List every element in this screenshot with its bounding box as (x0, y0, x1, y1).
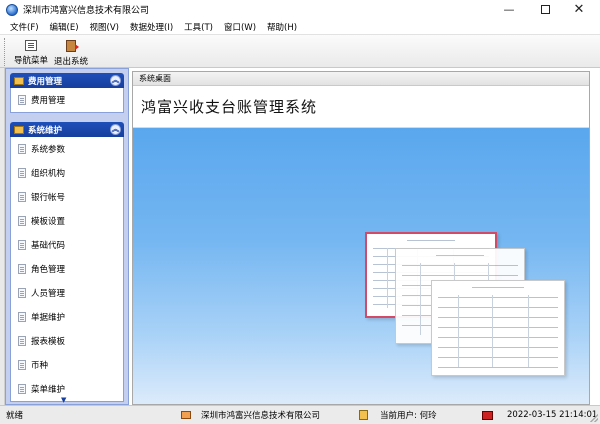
app-icon (6, 3, 18, 16)
sidebar-item-expense-management[interactable]: 费用管理 (11, 88, 123, 112)
sidebar-item-label: 报表模板 (31, 337, 66, 347)
sidebar-item-label: 模板设置 (31, 217, 66, 227)
calendar-icon (482, 410, 493, 420)
group-body-system: 系统参数 组织机构 银行帐号 模板设置 基础代码 角色管理 人员管理 单据维护 … (10, 137, 124, 402)
scroll-down-icon[interactable]: ▼ (61, 396, 66, 404)
sidebar-item-label: 基础代码 (31, 241, 66, 251)
menu-file[interactable]: 文件(F) (10, 21, 39, 33)
exit-system-button[interactable]: 退出系统 (51, 37, 91, 67)
document-icon (18, 360, 26, 370)
menu-tools[interactable]: 工具(T) (184, 21, 213, 33)
sidebar-item-label: 人员管理 (31, 289, 66, 299)
status-bar: 就绪 深圳市鸿富兴信息技术有限公司 当前用户: 何玲 2022-03-15 21… (0, 405, 600, 424)
document-icon (18, 240, 26, 250)
document-icon (18, 144, 26, 154)
company-icon (181, 411, 191, 419)
sidebar-item-bank-account[interactable]: 银行帐号 (11, 185, 123, 209)
status-datetime: 2022-03-15 21:14:01 (507, 410, 598, 420)
status-ready: 就绪 (6, 411, 24, 421)
sidebar-item-template-settings[interactable]: 模板设置 (11, 209, 123, 233)
menu-window[interactable]: 窗口(W) (224, 21, 256, 33)
sidebar-item-label: 组织机构 (31, 169, 66, 179)
user-icon (359, 410, 368, 420)
folder-icon (14, 76, 24, 85)
sidebar-item-label: 菜单维护 (31, 385, 66, 395)
folder-icon (14, 125, 24, 134)
sidebar-item-label: 角色管理 (31, 265, 66, 275)
sidebar-item-role-management[interactable]: 角色管理 (11, 257, 123, 281)
desktop-background (133, 128, 589, 404)
close-button[interactable]: ✕ (564, 0, 594, 19)
document-icon (18, 264, 26, 274)
sidebar-item-label: 币种 (31, 361, 49, 371)
status-company: 深圳市鸿富兴信息技术有限公司 (201, 411, 321, 421)
form-preview-image (431, 280, 565, 376)
document-icon (18, 216, 26, 226)
document-icon (18, 95, 26, 105)
sidebar-item-menu-maintenance[interactable]: 菜单维护 (11, 377, 123, 401)
system-banner-title: 鸿富兴收支台账管理系统 (133, 86, 589, 128)
sidebar-item-report-template[interactable]: 报表模板 (11, 329, 123, 353)
document-icon (18, 312, 26, 322)
exit-door-icon (66, 40, 79, 52)
menu-help[interactable]: 帮助(H) (267, 21, 297, 33)
toolbar: 导航菜单 退出系统 (0, 34, 600, 68)
navigation-sidebar: 费用管理 ︽ 费用管理 系统维护 ︽ 系统参数 组织机构 银行帐号 模板设置 基… (5, 68, 129, 405)
document-icon (18, 192, 26, 202)
sidebar-item-organization[interactable]: 组织机构 (11, 161, 123, 185)
group-header-expense[interactable]: 费用管理 ︽ (10, 73, 124, 88)
document-icon (18, 336, 26, 346)
group-title-expense: 费用管理 (28, 76, 63, 87)
menu-data-processing[interactable]: 数据处理(I) (130, 21, 173, 33)
document-icon (18, 384, 26, 394)
document-icon (18, 288, 26, 298)
status-current-user: 当前用户: 何玲 (380, 411, 437, 421)
maximize-icon (540, 5, 550, 14)
group-title-system: 系统维护 (28, 125, 63, 136)
minimize-button[interactable]: — (494, 0, 524, 19)
sidebar-item-label: 系统参数 (31, 145, 66, 155)
group-body-expense: 费用管理 (10, 88, 124, 113)
menu-edit[interactable]: 编辑(E) (50, 21, 79, 33)
nav-menu-label: 导航菜单 (13, 56, 48, 66)
menu-list-icon (25, 40, 37, 51)
collapse-expense-button[interactable]: ︽ (110, 75, 121, 86)
group-header-system[interactable]: 系统维护 ︽ (10, 122, 124, 137)
sidebar-item-label: 单据维护 (31, 313, 66, 323)
desktop-panel: 系统桌面 鸿富兴收支台账管理系统 (132, 71, 590, 405)
menu-view[interactable]: 视图(V) (90, 21, 119, 33)
document-icon (18, 168, 26, 178)
toolbar-grip[interactable] (4, 38, 7, 66)
maximize-button[interactable] (530, 0, 560, 19)
tab-system-desktop[interactable]: 系统桌面 (133, 72, 589, 86)
sidebar-item-staff-management[interactable]: 人员管理 (11, 281, 123, 305)
sidebar-item-currency[interactable]: 币种 (11, 353, 123, 377)
collapse-system-button[interactable]: ︽ (110, 124, 121, 135)
exit-system-label: 退出系统 (53, 57, 88, 67)
sidebar-item-system-params[interactable]: 系统参数 (11, 137, 123, 161)
sidebar-item-document-maintenance[interactable]: 单据维护 (11, 305, 123, 329)
menu-bar: 文件(F) 编辑(E) 视图(V) 数据处理(I) 工具(T) 窗口(W) 帮助… (0, 19, 600, 34)
sidebar-item-label: 银行帐号 (31, 193, 66, 203)
resize-grip[interactable] (590, 414, 598, 422)
sidebar-item-label: 费用管理 (31, 96, 66, 106)
title-bar: 深圳市鸿富兴信息技术有限公司 — ✕ (0, 0, 600, 19)
sidebar-item-base-codes[interactable]: 基础代码 (11, 233, 123, 257)
window-title: 深圳市鸿富兴信息技术有限公司 (23, 6, 150, 16)
nav-menu-button[interactable]: 导航菜单 (11, 37, 51, 67)
